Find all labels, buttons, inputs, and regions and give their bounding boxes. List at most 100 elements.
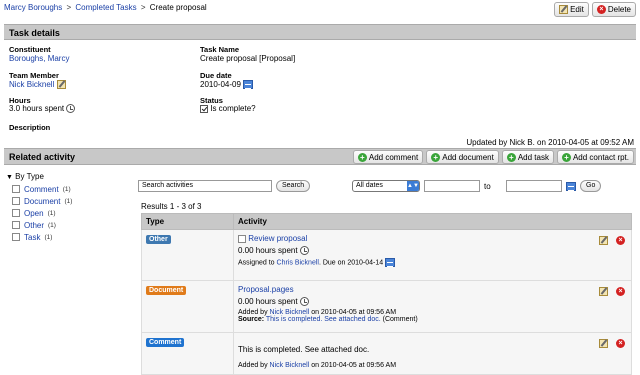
- add-comment-label: Add comment: [368, 152, 419, 162]
- team-member-link[interactable]: Nick Bicknell: [9, 80, 54, 89]
- filter-count: (1): [62, 185, 71, 193]
- filter-link[interactable]: Other: [24, 221, 44, 230]
- edit-button-label: Edit: [570, 5, 584, 14]
- filter-checkbox[interactable]: [12, 233, 20, 241]
- date-range-select[interactable]: All dates ▲▼: [352, 180, 420, 192]
- filter-item-open[interactable]: Open (1): [12, 208, 72, 218]
- add-contact-report-button[interactable]: + Add contact rpt.: [556, 150, 634, 164]
- activity-hours: 0.00 hours spent: [238, 246, 298, 255]
- date-from-input[interactable]: [424, 180, 480, 192]
- add-contact-report-label: Add contact rpt.: [572, 152, 629, 162]
- filter-item-task[interactable]: Task (1): [12, 232, 72, 242]
- activity-title-link[interactable]: Review proposal: [248, 234, 307, 243]
- task-details-header: Task details: [4, 24, 636, 40]
- filter-item-comment[interactable]: Comment (1): [12, 184, 72, 194]
- filter-link[interactable]: Task: [24, 233, 40, 242]
- filter-link[interactable]: Open: [24, 209, 44, 218]
- delete-button[interactable]: × Delete: [591, 2, 636, 17]
- top-toolbar: Edit × Delete: [554, 2, 636, 17]
- filter-checkbox[interactable]: [12, 209, 20, 217]
- constituent-link[interactable]: Boroughs, Marcy: [9, 54, 69, 63]
- add-task-label: Add task: [517, 152, 549, 162]
- delete-icon[interactable]: ×: [616, 287, 625, 296]
- results-summary: Results 1 - 3 of 3: [141, 202, 202, 211]
- assigned-to-link[interactable]: Chris Bicknell: [277, 260, 319, 267]
- filter-checkbox[interactable]: [12, 185, 20, 193]
- add-task-button[interactable]: + Add task: [501, 150, 554, 164]
- clock-icon[interactable]: [66, 104, 76, 114]
- add-document-button[interactable]: + Add document: [426, 150, 499, 164]
- task-complete-checkbox[interactable]: [238, 234, 246, 243]
- edit-icon[interactable]: [599, 236, 608, 245]
- table-row: Other Review proposal 0.00 hours spent A…: [141, 229, 632, 281]
- breadcrumb-constituent-link[interactable]: Marcy Boroughs: [4, 3, 62, 12]
- add-document-label: Add document: [442, 152, 494, 162]
- plus-icon: +: [561, 152, 571, 162]
- hours-value: 3.0 hours spent: [9, 104, 65, 113]
- filter-link[interactable]: Comment: [24, 185, 59, 194]
- added-by-link[interactable]: Nick Bicknell: [270, 362, 310, 369]
- clock-icon[interactable]: [299, 246, 309, 256]
- comment-text: This is completed. See attached doc.: [238, 345, 370, 354]
- table-header-row: Type Activity: [141, 213, 632, 230]
- team-member-row: Nick Bicknell: [9, 80, 66, 90]
- task-name-label: Task Name: [200, 45, 240, 54]
- triangle-down-icon: ▼: [6, 174, 13, 181]
- added-prefix: Added by: [238, 362, 268, 369]
- plus-icon: +: [506, 152, 516, 162]
- clock-icon[interactable]: [299, 297, 309, 307]
- filter-checkbox[interactable]: [12, 221, 20, 229]
- delete-icon[interactable]: ×: [616, 236, 625, 245]
- filter-link[interactable]: Document: [24, 197, 60, 206]
- type-badge-comment: Comment: [146, 338, 185, 347]
- breadcrumb-separator: >: [66, 3, 72, 12]
- filter-item-document[interactable]: Document (1): [12, 196, 72, 206]
- edit-icon[interactable]: [56, 80, 66, 90]
- column-header-type: Type: [141, 213, 234, 230]
- status-checkbox[interactable]: [200, 104, 208, 113]
- by-type-toggle[interactable]: ▼ By Type: [6, 172, 72, 181]
- added-on-text: on 2010-04-05 at 09:56 AM: [311, 309, 397, 317]
- breadcrumb-completed-tasks-link[interactable]: Completed Tasks: [75, 3, 136, 12]
- source-label: Source:: [238, 316, 265, 324]
- table-row: Comment This is completed. See attached …: [141, 332, 632, 375]
- edit-button[interactable]: Edit: [554, 2, 589, 17]
- search-input[interactable]: Search activities: [138, 180, 272, 192]
- hours-row: 3.0 hours spent: [9, 104, 76, 114]
- column-header-activity: Activity: [233, 213, 632, 230]
- activity-title-link[interactable]: Proposal.pages: [238, 285, 294, 294]
- type-filter-sidebar: ▼ By Type Comment (1) Document (1) Open (1)…: [6, 172, 72, 244]
- source-suffix: (Comment): [382, 316, 418, 324]
- table-row: Document Proposal.pages 0.00 hours spent…: [141, 280, 632, 333]
- added-by-link[interactable]: Nick Bicknell: [270, 309, 310, 316]
- updated-by-text: Updated by Nick B. on 2010-04-05 at 09:5…: [466, 138, 634, 147]
- filter-item-other[interactable]: Other (1): [12, 220, 72, 230]
- team-member-label: Team Member: [9, 71, 59, 80]
- edit-icon[interactable]: [599, 287, 608, 296]
- date-range-value: All dates: [356, 182, 383, 189]
- task-name-value: Create proposal [Proposal]: [200, 54, 296, 63]
- breadcrumb-separator: >: [140, 3, 146, 12]
- added-prefix: Added by: [238, 309, 268, 317]
- filter-checkbox[interactable]: [12, 197, 20, 205]
- breadcrumb-current: Create proposal: [149, 3, 207, 12]
- delete-icon: ×: [596, 5, 606, 14]
- calendar-icon[interactable]: [385, 258, 396, 268]
- date-to-input[interactable]: [506, 180, 562, 192]
- description-label: Description: [9, 123, 51, 132]
- edit-icon[interactable]: [599, 339, 608, 348]
- constituent-label: Constituent: [9, 45, 51, 54]
- source-link[interactable]: This is completed. See attached doc.: [266, 316, 381, 323]
- activity-table: Type Activity Other Review proposal 0.00…: [141, 213, 632, 375]
- go-button[interactable]: Go: [580, 180, 602, 192]
- to-label: to: [484, 182, 491, 191]
- calendar-icon[interactable]: [243, 80, 254, 90]
- added-on-text: on 2010-04-05 at 09:56 AM: [311, 362, 397, 369]
- search-button[interactable]: Search: [276, 180, 311, 192]
- calendar-icon[interactable]: [566, 182, 576, 191]
- filter-count: (1): [64, 197, 73, 205]
- due-date-value: 2010-04-09: [200, 80, 241, 89]
- add-comment-button[interactable]: + Add comment: [352, 150, 424, 164]
- delete-icon[interactable]: ×: [616, 339, 625, 348]
- status-row: Is complete?: [200, 104, 256, 113]
